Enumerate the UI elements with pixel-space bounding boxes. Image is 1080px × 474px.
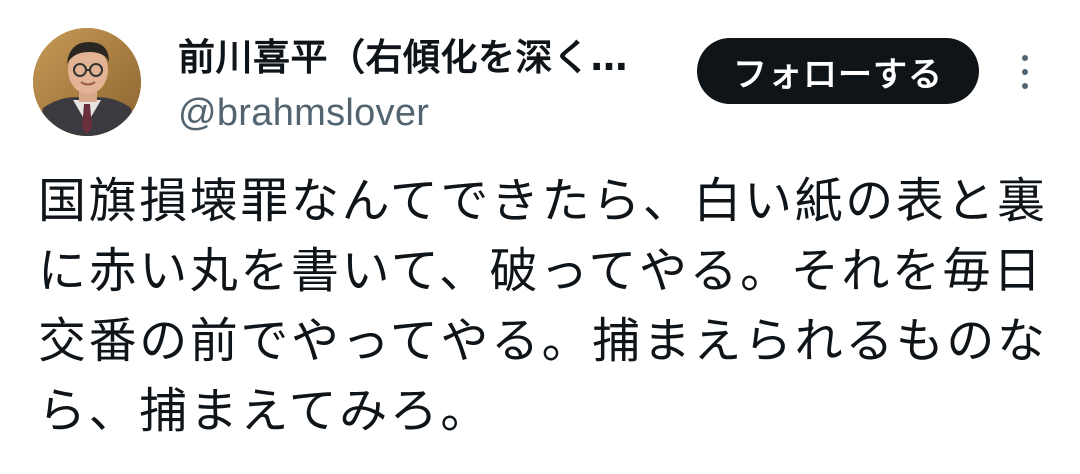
- more-vertical-icon[interactable]: [1010, 52, 1040, 92]
- follow-button[interactable]: フォローする: [697, 38, 979, 104]
- tweet-text-line: 国旗損壊罪なんてできたら、白い紙の表と裏: [38, 173, 1048, 229]
- tweet-text: 国旗損壊罪なんてできたら、白い紙の表と裏 に赤い丸を書いて、破ってやる。それを毎…: [38, 166, 1048, 446]
- tweet-card: 前川喜平（右傾化を深く… @brahmslover フォローする 国旗損壊罪なん…: [0, 0, 1080, 474]
- tweet-text-line: 交番の前でやってやる。捕まえられるものな: [38, 313, 1048, 369]
- tweet-text-line: に赤い丸を書いて、破ってやる。それを毎日: [38, 243, 1044, 299]
- avatar[interactable]: [33, 28, 141, 136]
- more-dot: [1022, 55, 1028, 61]
- author-handle[interactable]: @brahmslover: [178, 88, 668, 138]
- author-info: 前川喜平（右傾化を深く… @brahmslover: [178, 34, 668, 138]
- avatar-photo: [33, 28, 141, 136]
- more-dot: [1022, 69, 1028, 75]
- tweet-text-line: ら、捕まえてみろ。: [38, 383, 492, 439]
- more-dot: [1022, 83, 1028, 89]
- author-display-name[interactable]: 前川喜平（右傾化を深く…: [178, 34, 668, 82]
